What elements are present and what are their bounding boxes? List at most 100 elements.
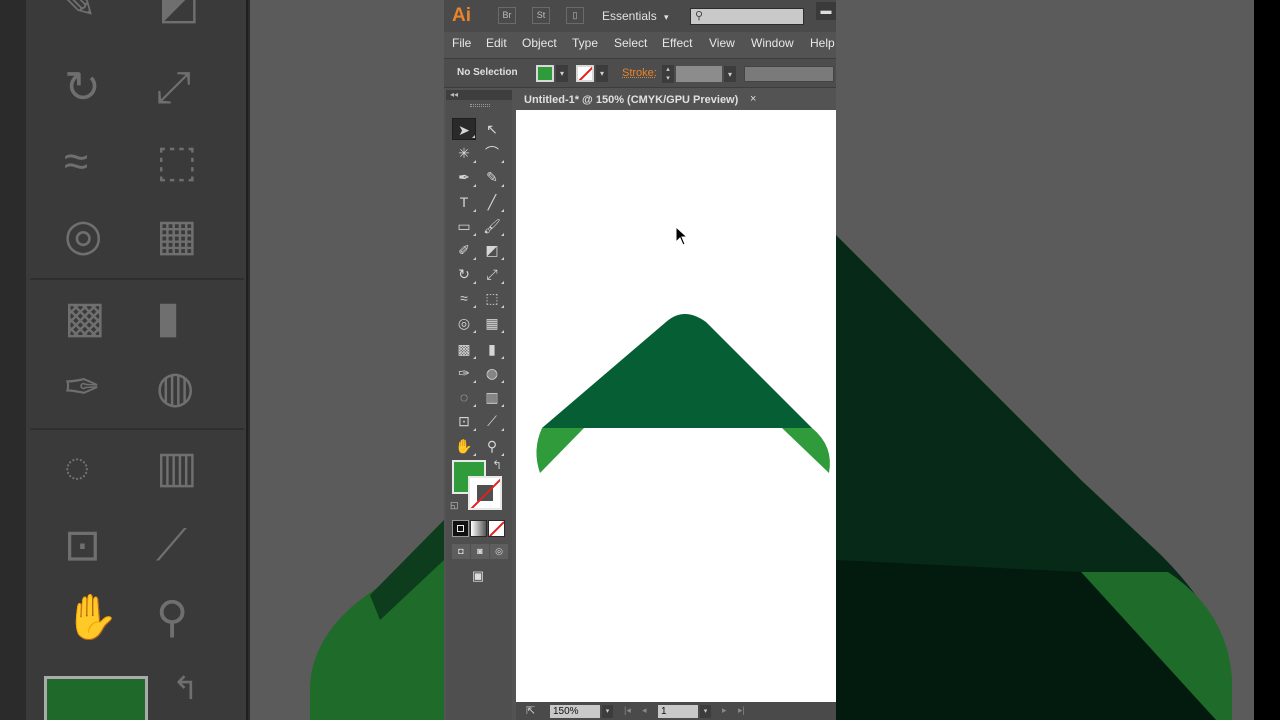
tool-flyout-indicator bbox=[473, 232, 476, 236]
fill-color-swatch[interactable] bbox=[536, 65, 554, 82]
workspace-switcher[interactable]: Essentials ▾ bbox=[602, 9, 669, 23]
last-artboard-button[interactable]: ▸| bbox=[738, 705, 745, 716]
scale-icon: ⤢ bbox=[486, 266, 498, 283]
free-transform-icon: ⬚ bbox=[485, 290, 499, 307]
draw-normal-button[interactable]: ◘ bbox=[452, 544, 470, 559]
tool-flyout-indicator bbox=[501, 184, 504, 188]
menu-edit[interactable]: Edit bbox=[486, 36, 507, 50]
first-artboard-button[interactable]: |◂ bbox=[624, 705, 631, 716]
type-tool[interactable]: T bbox=[452, 191, 476, 213]
bg-shape-left bbox=[310, 520, 444, 720]
gradient-tool[interactable]: ▮ bbox=[480, 338, 504, 360]
column-graph-icon: ▥ bbox=[485, 389, 499, 406]
lasso-tool[interactable]: ⌒ bbox=[480, 142, 504, 164]
mesh-tool[interactable]: ▩ bbox=[452, 338, 476, 360]
stroke-weight-dropdown[interactable]: ▾ bbox=[724, 66, 736, 82]
search-input[interactable]: ⚲ bbox=[690, 8, 804, 25]
artboard-canvas[interactable] bbox=[516, 110, 836, 702]
menu-select[interactable]: Select bbox=[614, 36, 647, 50]
bg-fill-swatch bbox=[44, 676, 148, 720]
menu-help[interactable]: Help bbox=[810, 36, 835, 50]
shape-builder-tool[interactable]: ◎ bbox=[452, 312, 476, 334]
menu-window[interactable]: Window bbox=[751, 36, 794, 50]
close-tab-icon[interactable]: × bbox=[750, 93, 756, 105]
stroke-box[interactable] bbox=[468, 476, 502, 510]
line-segment-tool[interactable]: ╱ bbox=[480, 191, 504, 213]
video-frame: ✎ ◩ ↻ ⤢ ≈ ⬚ ◎ ▦ ▩ ▮ ✑ ◍ ◌ ▥ ⊡ ⟋ ✋ ⚲ ↰ Ai… bbox=[0, 0, 1280, 720]
control-bar: No Selection ▾ ▾ Stroke: ▴ ▾ ▾ bbox=[444, 58, 836, 88]
export-icon[interactable]: ⇱ bbox=[526, 704, 535, 717]
none-icon bbox=[489, 521, 504, 536]
artboard-tool[interactable]: ⊡ bbox=[452, 410, 476, 432]
bg-separator bbox=[30, 278, 244, 280]
screen-mode-button[interactable]: ▣ bbox=[467, 568, 489, 586]
hand-tool[interactable]: ✋ bbox=[452, 435, 476, 457]
pen-tool[interactable]: ✒ bbox=[452, 166, 476, 188]
column-graph-tool[interactable]: ▥ bbox=[480, 386, 504, 408]
magic-wand-tool[interactable]: ✳ bbox=[452, 142, 476, 164]
variable-width-field[interactable] bbox=[744, 66, 834, 82]
paintbrush-tool[interactable]: 🖌 bbox=[480, 215, 504, 237]
artboard-number-field[interactable]: 1 bbox=[658, 705, 698, 718]
draw-behind-button[interactable]: ◙ bbox=[471, 544, 489, 559]
stroke-weight-stepper[interactable]: ▴ ▾ bbox=[662, 65, 674, 83]
menu-object[interactable]: Object bbox=[522, 36, 557, 50]
scale-tool[interactable]: ⤢ bbox=[480, 263, 504, 285]
stroke-dropdown-arrow[interactable]: ▾ bbox=[596, 65, 608, 82]
stroke-color-swatch[interactable] bbox=[576, 65, 594, 82]
tool-flyout-indicator bbox=[501, 452, 504, 456]
curvature-tool[interactable]: ✎ bbox=[480, 166, 504, 188]
lasso-icon: ⌒ bbox=[485, 145, 499, 162]
tool-flyout-indicator bbox=[473, 184, 476, 188]
mouse-cursor-icon bbox=[675, 226, 689, 246]
ribbon-fold-right bbox=[782, 428, 830, 473]
arrange-documents-button[interactable]: ▯ bbox=[566, 7, 584, 24]
menu-bar: File Edit Object Type Select Effect View… bbox=[444, 32, 836, 54]
stroke-label[interactable]: Stroke: bbox=[622, 67, 657, 79]
menu-effect[interactable]: Effect bbox=[662, 36, 692, 50]
draw-inside-button[interactable]: ◎ bbox=[490, 544, 508, 559]
bg-slice-icon: ⟋ bbox=[156, 521, 187, 570]
stock-button[interactable]: St bbox=[532, 7, 550, 24]
menu-file[interactable]: File bbox=[452, 36, 471, 50]
stroke-weight-field[interactable] bbox=[676, 66, 722, 82]
eyedropper-tool[interactable]: ✑ bbox=[452, 362, 476, 384]
next-artboard-button[interactable]: ▸ bbox=[722, 705, 727, 716]
default-fill-stroke-icon[interactable]: ◱ bbox=[450, 500, 459, 511]
previous-artboard-button[interactable]: ◂ bbox=[642, 705, 647, 716]
zoom-level-field[interactable]: 150% bbox=[550, 705, 600, 718]
minimize-button[interactable]: ▬ bbox=[816, 2, 836, 20]
slice-tool[interactable]: ⟋ bbox=[480, 410, 504, 432]
fill-dropdown-arrow[interactable]: ▾ bbox=[556, 65, 568, 82]
tool-flyout-indicator bbox=[501, 281, 504, 285]
symbol-sprayer-tool[interactable]: ◌ bbox=[452, 386, 476, 408]
none-mode-button[interactable] bbox=[488, 520, 505, 537]
menu-view[interactable]: View bbox=[709, 36, 735, 50]
paintbrush-icon: 🖌 bbox=[483, 217, 501, 234]
direct-selection-tool[interactable]: ↖ bbox=[480, 118, 504, 140]
shaper-tool[interactable]: ✐ bbox=[452, 239, 476, 261]
width-tool[interactable]: ≈ bbox=[452, 287, 476, 309]
menu-type[interactable]: Type bbox=[572, 36, 598, 50]
perspective-grid-tool[interactable]: ▦ bbox=[480, 312, 504, 334]
rotate-tool[interactable]: ↻ bbox=[452, 263, 476, 285]
blend-tool[interactable]: ◍ bbox=[480, 362, 504, 384]
bg-scale-icon: ⤢ bbox=[156, 63, 192, 112]
artboard-dropdown[interactable]: ▾ bbox=[700, 705, 711, 718]
rectangle-tool[interactable]: ▭ bbox=[452, 215, 476, 237]
tools-panel-grip[interactable] bbox=[470, 104, 490, 107]
free-transform-tool[interactable]: ⬚ bbox=[480, 287, 504, 309]
document-tab[interactable]: Untitled-1* @ 150% (CMYK/GPU Preview) bbox=[516, 90, 766, 110]
swap-fill-stroke-icon[interactable]: ↰ bbox=[492, 458, 502, 472]
color-mode-button[interactable] bbox=[452, 520, 469, 537]
gradient-mode-button[interactable] bbox=[470, 520, 487, 537]
selection-tool[interactable]: ➤ bbox=[452, 118, 476, 140]
zoom-tool[interactable]: ⚲ bbox=[480, 435, 504, 457]
pen-icon: ✒ bbox=[458, 169, 470, 186]
bg-separator bbox=[30, 428, 244, 430]
eraser-tool[interactable]: ◩ bbox=[480, 239, 504, 261]
tools-panel-collapse[interactable]: ◂◂ bbox=[446, 90, 512, 100]
bridge-button[interactable]: Br bbox=[498, 7, 516, 24]
zoom-dropdown[interactable]: ▾ bbox=[602, 705, 613, 718]
bg-free-transform-icon: ⬚ bbox=[156, 137, 198, 186]
